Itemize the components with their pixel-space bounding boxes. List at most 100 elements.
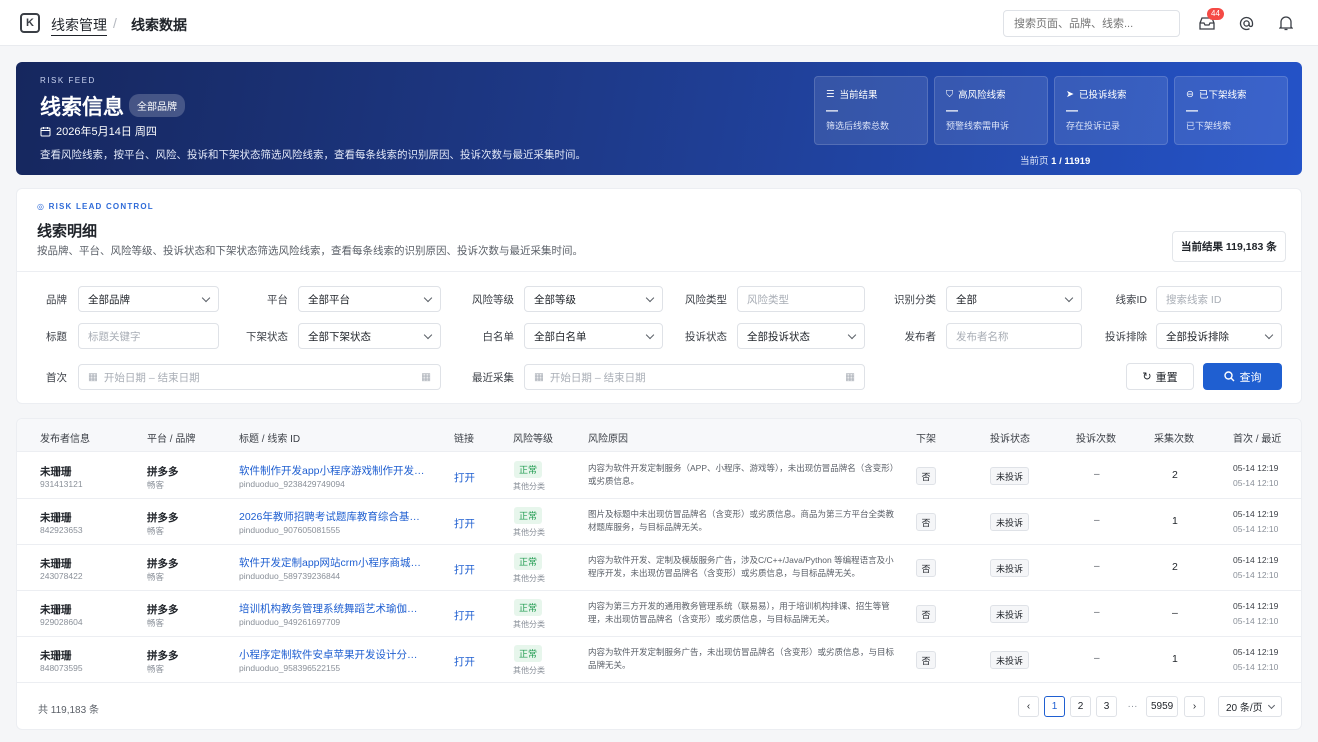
label-risk-type: 风险类型 [685,294,727,306]
risk-reason: 内容为软件开发、定制及模版服务广告，涉及C/C++/Java/Python 等编… [588,555,894,578]
bell-icon[interactable] [1275,12,1297,34]
lead-id-input[interactable]: 搜索线索 ID [1156,286,1282,312]
risk-reason: 内容为软件开发定制服务（APP、小程序、游戏等），未出现仿冒品牌名（含变形）或劣… [588,463,895,486]
open-link[interactable]: 打开 [454,608,475,623]
lead-title-link[interactable]: 软件制作开发app小程序游戏制作开发AI智... [239,463,425,478]
category-select[interactable]: 全部 [946,286,1082,312]
risk-level-select[interactable]: 全部等级 [524,286,663,312]
page-button-1[interactable]: 1 [1044,696,1065,717]
stat-sub: 存在投诉记录 [1066,121,1121,131]
risk-type-input[interactable]: 风险类型 [737,286,865,312]
at-mention-icon[interactable] [1235,12,1257,34]
table-row[interactable]: 未珊珊 848073595 拼多多 畅客 小程序定制软件安卓苹果开发设计分销外卖… [17,637,1301,683]
complaint-count: – [1094,561,1100,572]
publisher-id: 848073595 [40,663,83,673]
breadcrumb-lead-management[interactable]: 线索管理 [51,15,107,36]
takedown-select[interactable]: 全部下架状态 [298,323,441,349]
brand: 畅客 [147,572,165,582]
minus-circle-icon: ⊖ [1186,88,1194,100]
page-button-3[interactable]: 3 [1096,696,1117,717]
brand-scope-pill[interactable]: 全部品牌 [129,94,185,117]
stat-sub: 筛选后线索总数 [826,121,890,131]
page-size-select[interactable]: 20 条/页 [1218,696,1282,717]
last-time: 05-14 12:10 [1233,524,1279,534]
risk-category: 其他分类 [513,620,545,629]
open-link[interactable]: 打开 [454,516,475,531]
calendar-icon: ▦ [534,371,544,383]
stat-taken-down[interactable]: ⊖ 已下架线索 — 已下架线索 [1174,76,1288,145]
first-date-range[interactable]: ▦ 开始日期 – 结束日期 ▦ [78,364,441,390]
stat-current-results[interactable]: ☰ 当前结果 — 筛选后线索总数 [814,76,928,145]
hero-date: 2026年5月14日 周四 [40,123,157,139]
stat-high-risk[interactable]: ⛉ 高风险线索 — 预警线索需申诉 [934,76,1048,145]
chevron-down-icon [423,330,433,339]
complaint-select[interactable]: 全部投诉状态 [737,323,865,349]
lead-title-link[interactable]: 2026年教师招聘考试题库教育综合基础知... [239,509,425,524]
stat-sub: 已下架线索 [1186,121,1232,131]
publisher-id: 929028604 [40,617,83,627]
calendar-icon: ▦ [421,371,431,383]
label-publisher: 发布者 [904,331,937,343]
publisher-id: 243078422 [40,571,83,581]
table-row[interactable]: 未珊珊 243078422 拼多多 畅客 软件开发定制app网站crm小程序商城… [17,545,1301,591]
platform-select[interactable]: 全部平台 [298,286,441,312]
next-page-button[interactable]: › [1184,696,1205,717]
risk-badge: 正常 [514,599,543,616]
stat-complained[interactable]: ➤ 已投诉线索 — 存在投诉记录 [1054,76,1168,145]
open-link[interactable]: 打开 [454,654,475,669]
publisher-name: 未珊珊 [40,558,72,570]
brand-select[interactable]: 全部品牌 [78,286,219,312]
hero-page-indicator: 当前页 1 / 11919 [1020,153,1090,167]
complaint-count: – [1094,653,1100,664]
stat-label: 已投诉线索 [1078,90,1127,101]
risk-category: 其他分类 [513,574,545,583]
prev-page-button[interactable]: ‹ [1018,696,1039,717]
chevron-down-icon [201,293,211,302]
chevron-down-icon [1267,701,1276,709]
stat-label: 已下架线索 [1198,90,1247,101]
table-row[interactable]: 未珊珊 929028604 拼多多 畅客 培训机构教务管理系统舞蹈艺术瑜伽托管班… [17,591,1301,637]
th-complaint: 投诉状态 [990,434,1030,445]
hero-banner: RISK FEED 线索信息 全部品牌 2026年5月14日 周四 查看风险线索… [16,62,1302,175]
reset-button[interactable]: ↻ 重置 [1126,363,1194,390]
open-link[interactable]: 打开 [454,470,475,485]
breadcrumb-lead-data: 线索数据 [131,17,187,33]
stat-label: 当前结果 [839,90,878,101]
publisher-input[interactable]: 发布者名称 [946,323,1082,349]
whitelist-select[interactable]: 全部白名单 [524,323,663,349]
hero-eyebrow: RISK FEED [40,76,96,85]
risk-category: 其他分类 [513,482,545,491]
complaint-tag: 未投诉 [990,513,1030,531]
label-platform: 平台 [267,294,288,306]
page-button-last[interactable]: 5959 [1146,696,1179,717]
lead-title-link[interactable]: 小程序定制软件安卓苹果开发设计分销外卖... [239,647,425,662]
th-collect-count: 采集次数 [1154,434,1194,445]
th-title: 标题 / 线索 ID [239,434,301,445]
platform: 拼多多 [147,604,179,616]
th-risk: 风险等级 [513,434,553,445]
first-time: 05-14 12:19 [1233,463,1279,473]
label-whitelist: 白名单 [482,331,515,343]
risk-category: 其他分类 [513,666,545,675]
table-row[interactable]: 未珊珊 931413121 拼多多 畅客 软件制作开发app小程序游戏制作开发A… [17,453,1301,499]
chevron-down-icon [645,293,655,302]
risk-badge: 正常 [514,553,543,570]
complaint-exclude-select[interactable]: 全部投诉排除 [1156,323,1282,349]
first-time: 05-14 12:19 [1233,601,1279,611]
last-time: 05-14 12:10 [1233,616,1279,626]
platform: 拼多多 [147,558,179,570]
lead-id: pinduoduo_949261697709 [239,617,341,627]
open-link[interactable]: 打开 [454,562,475,577]
recent-date-range[interactable]: ▦ 开始日期 – 结束日期 ▦ [524,364,865,390]
title-keyword-input[interactable]: 标题关键字 [78,323,219,349]
lead-title-link[interactable]: 软件开发定制app网站crm小程序商城外卖O... [239,555,425,570]
query-button[interactable]: 查询 [1203,363,1282,390]
global-search-input[interactable] [1003,10,1180,37]
lead-title-link[interactable]: 培训机构教务管理系统舞蹈艺术瑜伽托管班... [239,601,425,616]
chevron-down-icon [847,330,857,339]
table-row[interactable]: 未珊珊 842923653 拼多多 畅客 2026年教师招聘考试题库教育综合基础… [17,499,1301,545]
complaint-tag: 未投诉 [990,467,1030,485]
th-first-last: 首次 / 最近 [1233,434,1282,445]
app-logo[interactable]: K [20,13,40,33]
page-button-2[interactable]: 2 [1070,696,1091,717]
